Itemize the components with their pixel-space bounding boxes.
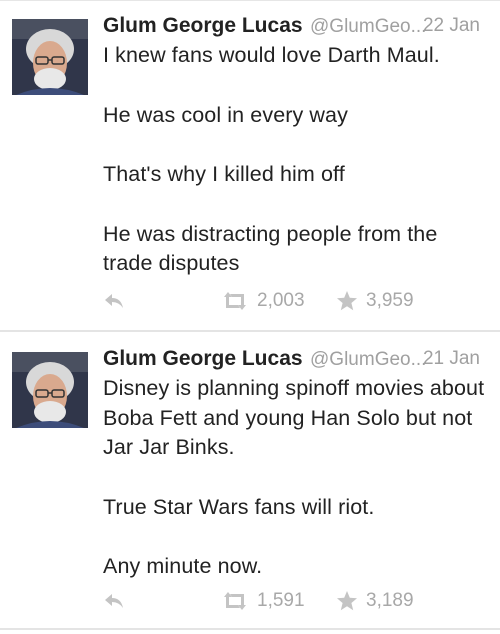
- tweet-card[interactable]: Glum George Lucas @GlumGeo... 21 Jan Dis…: [0, 334, 500, 630]
- author-handle[interactable]: @GlumGeo...: [310, 16, 426, 37]
- author-handle[interactable]: @GlumGeo...: [310, 349, 426, 370]
- reply-icon: [105, 294, 123, 308]
- tweet-paragraph: True Star Wars fans will riot.: [103, 494, 375, 519]
- tweet-paragraph: That's why I killed him off: [103, 162, 345, 186]
- tweet-paragraph: I knew fans would love Darth Maul.: [103, 43, 440, 67]
- retweet-button[interactable]: 1,591: [221, 589, 305, 613]
- tweet-actions: 1,591 3,189: [103, 586, 433, 616]
- retweet-count: 1,591: [257, 590, 305, 611]
- star-icon: [337, 291, 357, 311]
- retweet-button[interactable]: 2,003: [221, 289, 305, 313]
- favorite-button[interactable]: 3,959: [336, 289, 414, 313]
- tweet-text: Disney is planning spinoff movies about …: [103, 374, 488, 582]
- tweet-content: Glum George Lucas @GlumGeo... 21 Jan Dis…: [103, 344, 488, 582]
- avatar[interactable]: [12, 19, 88, 95]
- tweet-content: Glum George Lucas @GlumGeo... 22 Jan I k…: [103, 11, 488, 279]
- reply-button[interactable]: [103, 290, 125, 312]
- tweet-feed: Glum George Lucas @GlumGeo... 22 Jan I k…: [0, 0, 500, 634]
- tweet-header: Glum George Lucas @GlumGeo... 21 Jan: [103, 344, 488, 374]
- retweet-icon: [224, 592, 246, 610]
- retweet-icon: [224, 292, 246, 310]
- timestamp[interactable]: 21 Jan: [423, 344, 480, 374]
- reply-button[interactable]: [103, 590, 125, 612]
- tweet-paragraph: He was distracting people from the trade…: [103, 221, 438, 276]
- tweet-header: Glum George Lucas @GlumGeo... 22 Jan: [103, 11, 488, 41]
- favorite-button[interactable]: 3,189: [336, 589, 414, 613]
- author-name[interactable]: Glum George Lucas: [103, 347, 303, 370]
- favorite-count: 3,959: [366, 290, 414, 311]
- author-name[interactable]: Glum George Lucas: [103, 14, 303, 37]
- tweet-paragraph: Any minute now.: [103, 554, 263, 578]
- tweet-paragraph: He was cool in every way: [103, 102, 348, 127]
- tweet-actions: 2,003 3,959: [103, 286, 433, 316]
- retweet-count: 2,003: [257, 290, 305, 311]
- star-icon: [337, 591, 357, 611]
- favorite-count: 3,189: [366, 590, 414, 611]
- reply-icon: [105, 594, 123, 608]
- tweet-paragraph: Disney is planning spinoff movies about …: [103, 376, 485, 459]
- timestamp[interactable]: 22 Jan: [423, 11, 480, 41]
- tweet-text: I knew fans would love Darth Maul. He wa…: [103, 41, 488, 279]
- avatar[interactable]: [12, 352, 88, 428]
- tweet-card[interactable]: Glum George Lucas @GlumGeo... 22 Jan I k…: [0, 1, 500, 332]
